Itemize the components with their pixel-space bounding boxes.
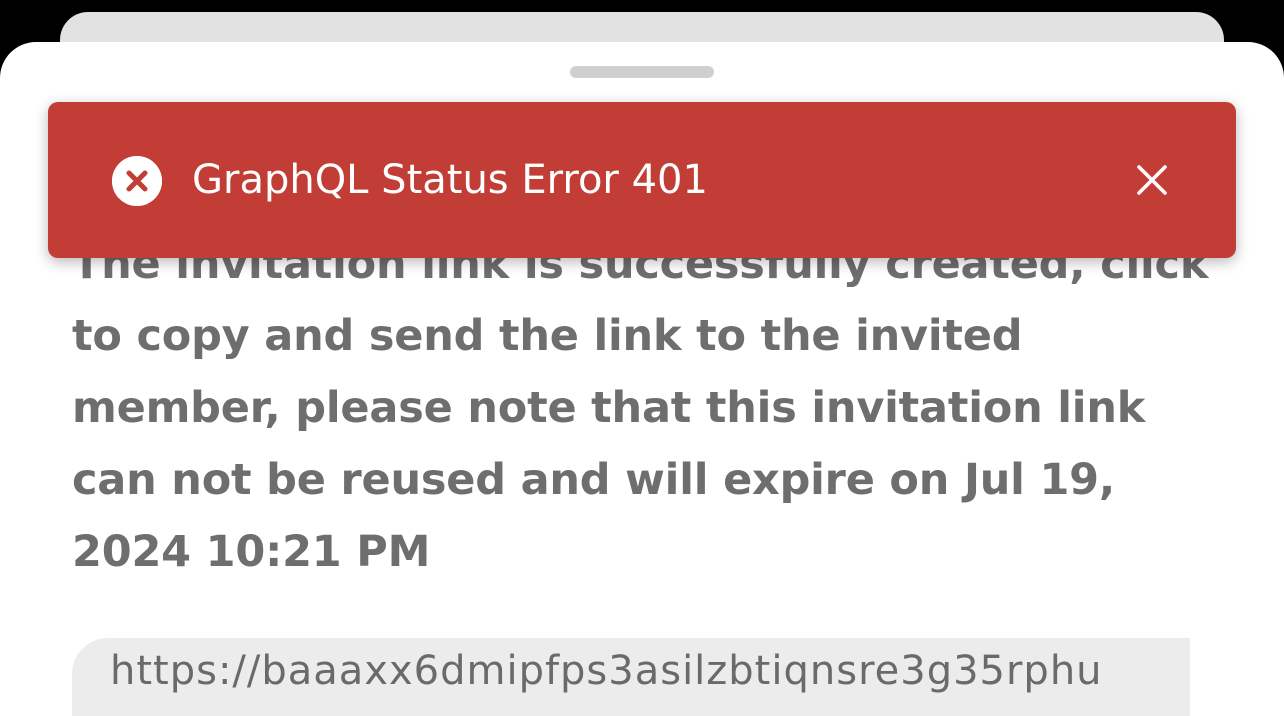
close-icon[interactable] (1130, 158, 1174, 202)
sheet-grabber-handle[interactable] (570, 66, 714, 78)
invitation-message: The invitation link is successfully crea… (72, 239, 1209, 577)
error-toast-title: GraphQL Status Error 401 (192, 157, 708, 203)
invitation-link-field[interactable]: https://baaaxx6dmipfps3asilzbtiqnsre3g35… (72, 638, 1190, 716)
error-circle-x-icon (112, 156, 162, 206)
invitation-link-text[interactable]: https://baaaxx6dmipfps3asilzbtiqnsre3g35… (110, 648, 1103, 694)
screen: The invitation link is successfully crea… (0, 0, 1284, 716)
